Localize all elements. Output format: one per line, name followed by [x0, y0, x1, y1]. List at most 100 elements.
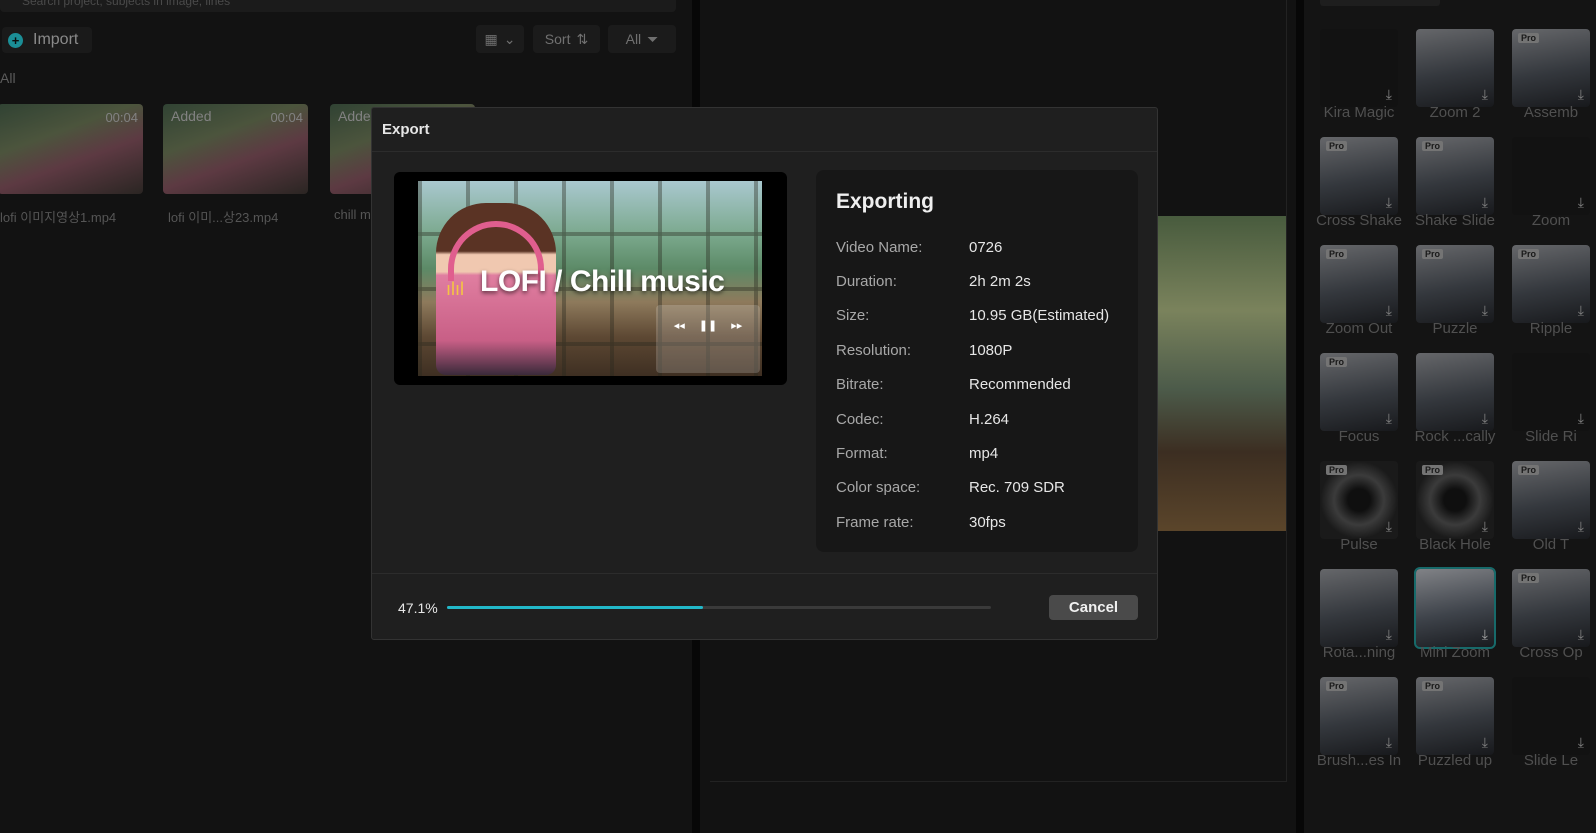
cancel-button[interactable]: Cancel — [1049, 595, 1138, 620]
grid-icon: ▦ — [484, 30, 498, 47]
pro-badge: Pro — [1326, 249, 1348, 259]
forward-icon: ▸▸ — [731, 320, 743, 332]
preview-title-text: LOFI / Chill music — [480, 265, 725, 298]
download-icon[interactable]: ⤓ — [1482, 302, 1488, 319]
effect-thumbnail[interactable]: Pro ⤓ — [1512, 245, 1590, 323]
download-icon[interactable]: ⤓ — [1386, 86, 1392, 103]
download-icon[interactable]: ⤓ — [1482, 518, 1488, 535]
plus-icon: + — [8, 32, 23, 48]
player-preview — [1157, 216, 1287, 531]
effect-label: Zoom Out — [1325, 320, 1393, 337]
download-icon[interactable]: ⤓ — [1578, 86, 1584, 103]
download-icon[interactable]: ⤓ — [1482, 626, 1488, 643]
effect-thumbnail[interactable]: Pro ⤓ — [1320, 137, 1398, 215]
download-icon[interactable]: ⤓ — [1386, 734, 1392, 751]
effect-label: Rota...ning — [1322, 644, 1396, 661]
progress-bar — [447, 606, 991, 609]
music-player-widget: ◂◂ ❚❚ ▸▸ — [656, 305, 760, 373]
download-icon[interactable]: ⤓ — [1482, 410, 1488, 427]
dialog-title: Export — [372, 108, 1157, 152]
effect-label: Slide Ri — [1525, 428, 1577, 445]
effect-thumbnail[interactable]: ⤓ — [1416, 353, 1494, 431]
filter-button[interactable]: All ⏷ — [608, 25, 676, 53]
media-clip-thumb[interactable]: 00:04 — [0, 104, 143, 194]
effect-label: Kira Magic — [1323, 104, 1395, 121]
player-divider — [710, 781, 1287, 782]
detail-value: H.264 — [969, 410, 1010, 428]
export-detail-row: Codec: H.264 — [836, 402, 1118, 436]
detail-value: mp4 — [969, 445, 999, 463]
download-icon[interactable]: ⤓ — [1578, 626, 1584, 643]
effect-label: Zoom — [1531, 212, 1571, 229]
detail-value: 30fps — [969, 513, 1006, 531]
effect-thumbnail[interactable]: Pro ⤓ — [1512, 461, 1590, 539]
effect-thumbnail[interactable]: ⤓ — [1320, 569, 1398, 647]
pro-badge: Pro — [1518, 249, 1540, 259]
import-button[interactable]: + Import — [2, 27, 92, 53]
pro-badge: Pro — [1326, 681, 1348, 691]
download-icon[interactable]: ⤓ — [1482, 86, 1488, 103]
download-icon[interactable]: ⤓ — [1578, 302, 1584, 319]
detail-label: Bitrate: — [836, 376, 884, 394]
effect-thumbnail[interactable]: Pro ⤓ — [1416, 137, 1494, 215]
effect-label: Shake Slide — [1414, 212, 1496, 229]
effect-thumbnail[interactable]: Pro ⤓ — [1416, 677, 1494, 755]
download-icon[interactable]: ⤓ — [1386, 410, 1392, 427]
effect-label: Rock ...cally — [1414, 428, 1496, 445]
effect-thumbnail[interactable]: Pro ⤓ — [1512, 29, 1590, 107]
view-toggle-button[interactable]: ▦ ⌄ — [476, 25, 524, 53]
detail-value: Rec. 709 SDR — [969, 479, 1065, 497]
sort-button[interactable]: Sort ⇅ — [533, 25, 600, 53]
effect-thumbnail[interactable]: ⤓ — [1512, 137, 1590, 215]
waveform-icon: ılıl — [446, 279, 464, 299]
effect-label: Slide Le — [1523, 752, 1579, 769]
download-icon[interactable]: ⤓ — [1482, 734, 1488, 751]
filter-label: All — [625, 31, 642, 47]
clip-added-badge: Adde — [338, 108, 371, 124]
effect-thumbnail[interactable]: ⤓ — [1320, 29, 1398, 107]
effect-thumbnail[interactable]: Pro ⤓ — [1416, 461, 1494, 539]
effect-thumbnail[interactable]: Pro ⤓ — [1320, 245, 1398, 323]
effect-thumbnail[interactable]: ⤓ — [1512, 353, 1590, 431]
download-icon[interactable]: ⤓ — [1578, 518, 1584, 535]
search-input[interactable]: Search project, subjects in image, lines — [0, 0, 676, 12]
effect-thumbnail[interactable]: ⤓ — [1512, 677, 1590, 755]
media-clip-name: lofi 이미지영상1.mp4 — [0, 210, 117, 225]
detail-label: Color space: — [836, 479, 921, 497]
effect-thumbnail[interactable]: Pro ⤓ — [1320, 677, 1398, 755]
detail-label: Codec: — [836, 410, 884, 428]
effect-thumbnail[interactable]: ⤓ — [1416, 29, 1494, 107]
media-clip-thumb[interactable]: Added 00:04 — [163, 104, 308, 194]
download-icon[interactable]: ⤓ — [1578, 734, 1584, 751]
effect-thumbnail[interactable]: Pro ⤓ — [1320, 353, 1398, 431]
pro-badge: Pro — [1326, 357, 1348, 367]
export-detail-row: Bitrate: Recommended — [836, 368, 1118, 402]
clip-duration: 00:04 — [105, 110, 138, 125]
effects-tab-bar[interactable] — [1320, 0, 1440, 6]
export-detail-row: Duration: 2h 2m 2s — [836, 264, 1118, 298]
clip-duration: 00:04 — [270, 110, 303, 125]
effect-label: Focus — [1338, 428, 1380, 445]
detail-value: 2h 2m 2s — [969, 273, 1031, 291]
effect-label: Cross Shake — [1316, 212, 1402, 229]
export-detail-row: Video Name: 0726 — [836, 230, 1118, 264]
download-icon[interactable]: ⤓ — [1386, 302, 1392, 319]
all-media-label: All — [0, 70, 16, 86]
panel-divider[interactable] — [1296, 0, 1304, 833]
effect-thumbnail[interactable]: Pro ⤓ — [1320, 461, 1398, 539]
detail-label: Video Name: — [836, 238, 923, 256]
detail-label: Resolution: — [836, 341, 912, 359]
effect-thumbnail[interactable]: ⤓ — [1414, 567, 1496, 649]
download-icon[interactable]: ⤓ — [1386, 194, 1392, 211]
export-detail-row: Color space: Rec. 709 SDR — [836, 471, 1118, 505]
export-info-card: Exporting Video Name: 0726 Duration: 2h 2m … — [816, 170, 1138, 552]
download-icon[interactable]: ⤓ — [1386, 626, 1392, 643]
effect-thumbnail[interactable]: Pro ⤓ — [1512, 569, 1590, 647]
sort-label: Sort — [544, 31, 571, 47]
download-icon[interactable]: ⤓ — [1386, 518, 1392, 535]
download-icon[interactable]: ⤓ — [1578, 194, 1584, 211]
download-icon[interactable]: ⤓ — [1482, 194, 1488, 211]
export-detail-row: Size: 10.95 GB(Estimated) — [836, 299, 1118, 333]
effect-thumbnail[interactable]: Pro ⤓ — [1416, 245, 1494, 323]
download-icon[interactable]: ⤓ — [1578, 410, 1584, 427]
